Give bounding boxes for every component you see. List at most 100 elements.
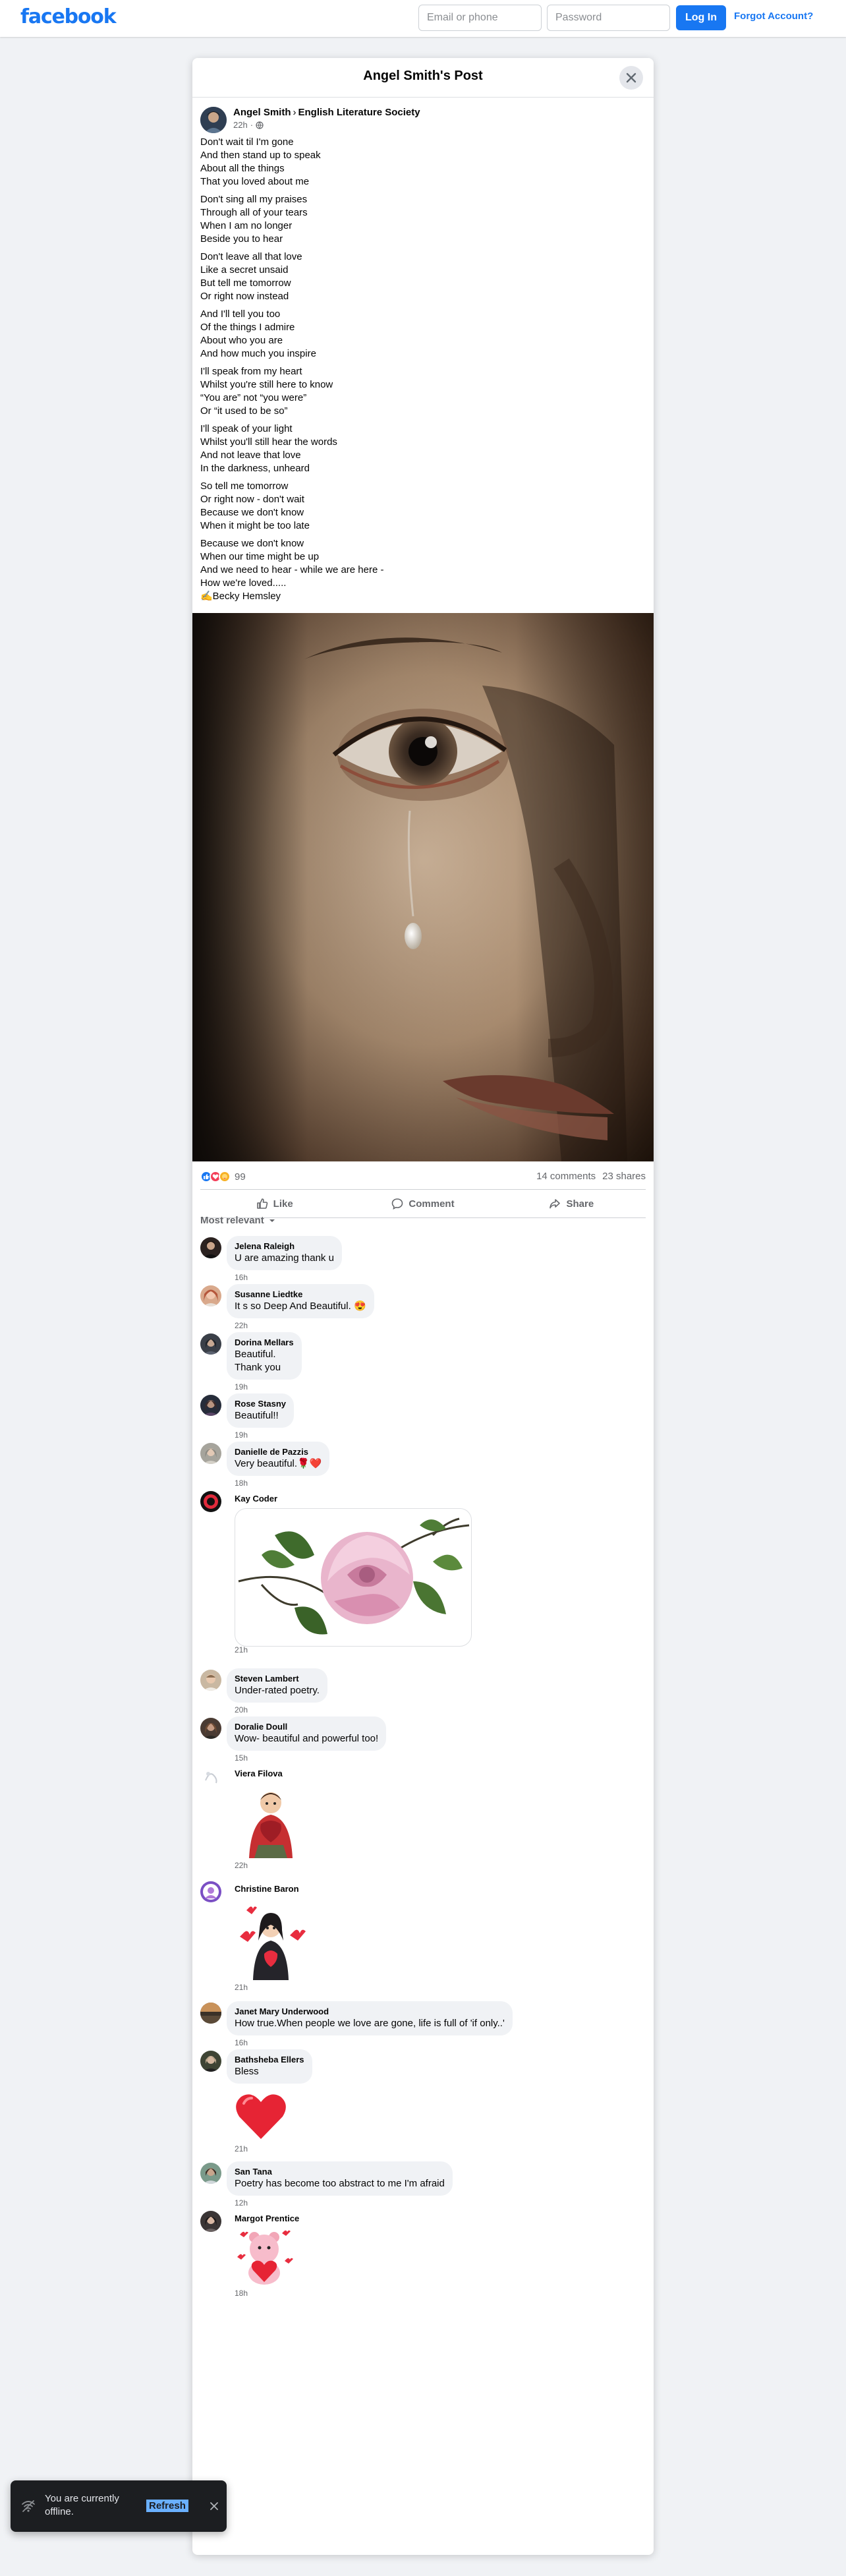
- comment-text-line-2: Thank you: [235, 1362, 281, 1373]
- log-in-button[interactable]: Log In: [676, 5, 726, 30]
- commenter-avatar[interactable]: [200, 1237, 221, 1258]
- comment-time[interactable]: 22h: [235, 1321, 248, 1330]
- commenter-name[interactable]: Viera Filova: [235, 1769, 283, 1779]
- caret-down-icon: [269, 1219, 275, 1222]
- commenter-name[interactable]: San Tana: [235, 2167, 445, 2177]
- heart-hug-sticker[interactable]: [235, 1786, 307, 1858]
- commenter-avatar[interactable]: [200, 2163, 221, 2184]
- comment-time[interactable]: 21h: [235, 1645, 248, 1654]
- poem-line: Don't wait til I'm gone: [200, 136, 294, 148]
- love-bear-sticker[interactable]: [235, 2227, 294, 2286]
- comment-item: Rose Stasny Beautiful!! 19h: [200, 1393, 635, 1440]
- pink-rose-image[interactable]: [235, 1508, 472, 1647]
- comment-time[interactable]: 12h: [235, 2198, 248, 2208]
- password-field[interactable]: [547, 5, 670, 31]
- poem-line: When it might be too late: [200, 520, 310, 531]
- commenter-name[interactable]: Christine Baron: [235, 1884, 299, 1894]
- commenter-avatar[interactable]: [200, 1881, 221, 1902]
- offline-message: You are currently offline.: [45, 2493, 119, 2517]
- like-button[interactable]: Like: [200, 1190, 349, 1217]
- comment-time[interactable]: 18h: [235, 1478, 248, 1488]
- comment-item: Steven Lambert Under-rated poetry. 20h: [200, 1668, 635, 1714]
- refresh-link[interactable]: Refresh: [146, 2500, 188, 2512]
- commenter-name[interactable]: Rose Stasny: [235, 1399, 286, 1409]
- email-field[interactable]: [418, 5, 542, 31]
- comment-bubble: Danielle de Pazzis Very beautiful.🌹❤️: [227, 1442, 330, 1476]
- shares-count[interactable]: 23 shares: [602, 1171, 646, 1182]
- poem-line: I'll speak of your light: [200, 423, 293, 434]
- commenter-name[interactable]: Kay Coder: [235, 1494, 277, 1504]
- commenter-name[interactable]: Dorina Mellars: [235, 1337, 294, 1348]
- post-time[interactable]: 22h: [233, 120, 248, 130]
- commenter-avatar[interactable]: [200, 1395, 221, 1416]
- commenter-avatar[interactable]: [200, 1670, 221, 1691]
- top-navigation-bar: facebook Log In Forgot Account?: [0, 0, 846, 37]
- comment-time[interactable]: 16h: [235, 1273, 248, 1282]
- post-dialog-title: Angel Smith's Post: [363, 69, 483, 83]
- commenter-avatar[interactable]: [200, 1491, 221, 1512]
- comment-time[interactable]: 21h: [235, 1983, 248, 1992]
- comment-bubble: Doralie Doull Wow- beautiful and powerfu…: [227, 1716, 387, 1751]
- hearts-sticker[interactable]: [235, 1901, 307, 1980]
- poem-line: Or right now - don't wait: [200, 494, 304, 505]
- author-avatar[interactable]: [200, 107, 227, 133]
- commenter-name[interactable]: Doralie Doull: [235, 1722, 378, 1732]
- reaction-count[interactable]: 99: [235, 1171, 246, 1183]
- facebook-logo[interactable]: facebook: [20, 5, 117, 28]
- commenter-name[interactable]: Jelena Raleigh: [235, 1241, 334, 1252]
- poem-line: Or “it used to be so”: [200, 405, 288, 417]
- comment-time[interactable]: 22h: [235, 1861, 248, 1870]
- comment-bubble: Bathsheba Ellers Bless: [227, 2049, 312, 2084]
- comment-text: Under-rated poetry.: [235, 1685, 320, 1696]
- comment-time[interactable]: 19h: [235, 1382, 248, 1391]
- toast-close-button[interactable]: [208, 2500, 221, 2513]
- forgot-account-link[interactable]: Forgot Account?: [734, 11, 813, 22]
- author-name-link[interactable]: Angel Smith: [233, 107, 291, 118]
- commenter-name[interactable]: Bathsheba Ellers: [235, 2055, 304, 2065]
- share-icon: [550, 1199, 561, 1209]
- post-photo[interactable]: [192, 613, 654, 1161]
- commenter-name[interactable]: Margot Prentice: [235, 2213, 299, 2224]
- poem-line: Beside you to hear: [200, 233, 283, 245]
- commenter-avatar[interactable]: [200, 1718, 221, 1739]
- comment-item: Janet Mary Underwood How true.When peopl…: [200, 2001, 635, 2047]
- poem-stanza: And I'll tell you too Of the things I adm…: [200, 308, 635, 361]
- comment-text: U are amazing thank u: [235, 1252, 334, 1264]
- comment-text: Beautiful!!: [235, 1410, 279, 1421]
- comment-sort-dropdown[interactable]: Most relevant: [200, 1215, 276, 1226]
- commenter-avatar[interactable]: [200, 1333, 221, 1355]
- commenter-avatar[interactable]: [200, 2051, 221, 2072]
- commenter-name[interactable]: Janet Mary Underwood: [235, 2006, 505, 2017]
- comment-time[interactable]: 15h: [235, 1753, 248, 1763]
- group-name-link[interactable]: English Literature Society: [298, 107, 420, 118]
- reaction-summary[interactable]: 99: [200, 1171, 246, 1183]
- comments-count[interactable]: 14 comments: [536, 1171, 596, 1182]
- comment-time[interactable]: 18h: [235, 2289, 248, 2298]
- commenter-avatar[interactable]: [200, 1285, 221, 1306]
- poem-line: Whilst you're still here to know: [200, 379, 333, 390]
- poem-line: Don't leave all that love: [200, 251, 302, 262]
- commenter-name[interactable]: Susanne Liedtke: [235, 1289, 366, 1300]
- comment-button[interactable]: Comment: [349, 1190, 497, 1217]
- close-button[interactable]: [619, 66, 643, 90]
- comment-time[interactable]: 16h: [235, 2038, 248, 2047]
- commenter-name[interactable]: Steven Lambert: [235, 1674, 320, 1684]
- comment-icon: [392, 1198, 403, 1210]
- commenter-avatar[interactable]: [200, 1766, 221, 1787]
- commenter-avatar[interactable]: [200, 1443, 221, 1464]
- poem-line: In the darkness, unheard: [200, 463, 310, 474]
- commenter-avatar[interactable]: [200, 2211, 221, 2232]
- comment-text: Poetry has become too abstract to me I'm…: [235, 2178, 445, 2189]
- commenter-avatar[interactable]: [200, 2003, 221, 2024]
- red-heart-sticker[interactable]: [235, 2090, 287, 2142]
- share-label: Share: [566, 1198, 594, 1210]
- comment-time[interactable]: 20h: [235, 1705, 248, 1714]
- comment-time[interactable]: 21h: [235, 2144, 248, 2153]
- comment-text: Bless: [235, 2066, 259, 2077]
- comment-item: Doralie Doull Wow- beautiful and powerfu…: [200, 1716, 635, 1763]
- commenter-name[interactable]: Danielle de Pazzis: [235, 1447, 322, 1457]
- comment-bubble: San Tana Poetry has become too abstract …: [227, 2161, 453, 2196]
- share-button[interactable]: Share: [497, 1190, 646, 1217]
- comment-time[interactable]: 19h: [235, 1430, 248, 1440]
- globe-icon: [256, 121, 264, 129]
